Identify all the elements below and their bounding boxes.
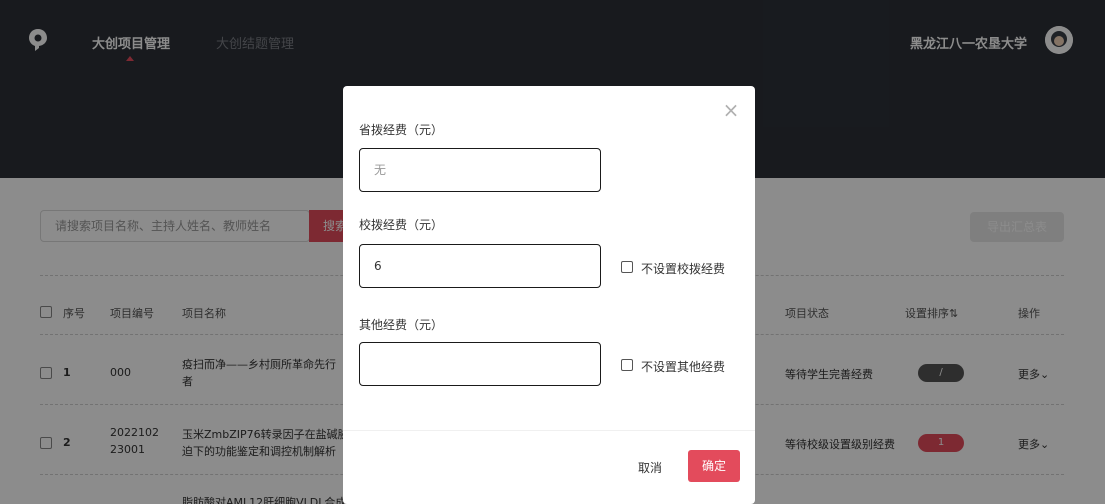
cancel-button[interactable]: 取消: [638, 459, 662, 476]
no-school-funding-checkbox[interactable]: [621, 261, 633, 273]
no-other-funding-label: 不设置其他经费: [641, 360, 726, 374]
no-other-funding-checkbox[interactable]: [621, 359, 633, 371]
confirm-button[interactable]: 确定: [688, 450, 740, 482]
provincial-funding-input[interactable]: 无: [359, 148, 601, 192]
other-funding-label: 其他经费（元）: [359, 318, 444, 332]
modal-footer-divider: [343, 430, 755, 431]
provincial-funding-label: 省拨经费（元）: [359, 123, 444, 137]
school-funding-label: 校拨经费（元）: [359, 218, 444, 232]
other-funding-input[interactable]: [359, 342, 601, 386]
funding-modal: × 省拨经费（元） 无 校拨经费（元） 6 不设置校拨经费 其他经费（元） 不设…: [343, 86, 755, 504]
school-funding-input[interactable]: 6: [359, 244, 601, 288]
page: 大创项目管理 大创结题管理 黑龙江八一农垦大学 请搜索项目名称、主持人姓名、教师…: [0, 0, 1105, 504]
no-school-funding-label: 不设置校拨经费: [641, 262, 726, 276]
close-icon[interactable]: ×: [721, 100, 741, 120]
